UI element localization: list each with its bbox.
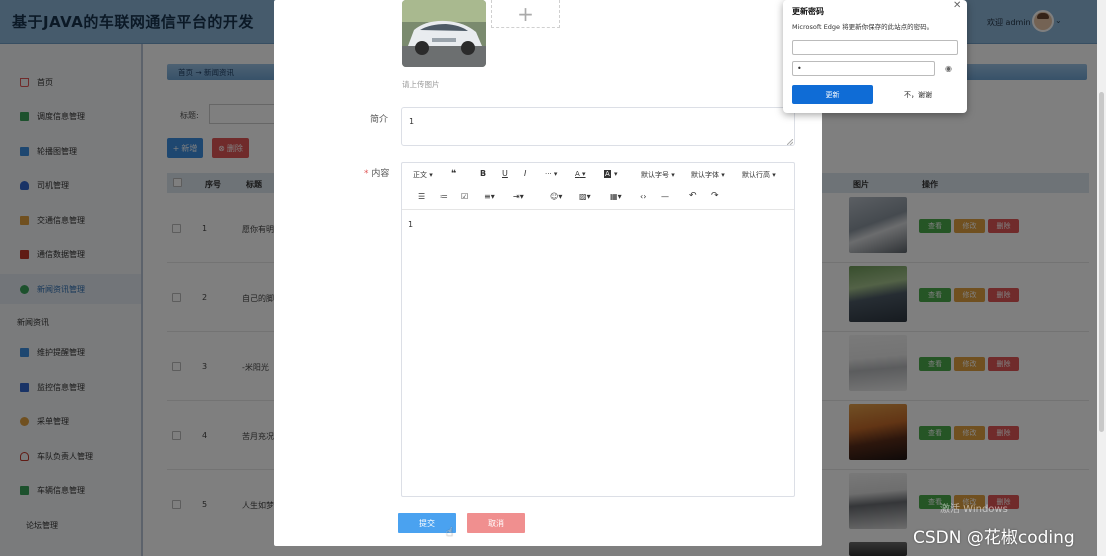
bold-icon[interactable]: B — [480, 169, 486, 178]
quote-icon[interactable]: ❝ — [451, 169, 456, 179]
todo-icon[interactable]: ☑ — [461, 192, 468, 201]
emoji-icon[interactable]: ☺▾ — [550, 192, 562, 201]
numbered-list-icon[interactable]: ≔ — [440, 192, 448, 201]
undo-icon[interactable]: ↶ — [689, 191, 697, 201]
font-size-select[interactable]: 默认字号 ▾ — [641, 170, 675, 180]
underline-icon[interactable]: U — [502, 169, 508, 178]
windows-activation-text: 激活 Windows — [940, 504, 1008, 515]
font-family-select[interactable]: 默认字体 ▾ — [691, 170, 725, 180]
no-thanks-button[interactable]: 不，谢谢 — [880, 85, 956, 104]
editor-content[interactable]: 1 — [408, 220, 413, 229]
toolbar-divider — [402, 209, 794, 210]
uploaded-image[interactable] — [402, 0, 486, 67]
line-height-select[interactable]: 默认行高 ▾ — [742, 170, 776, 180]
align-icon[interactable]: ≡▾ — [484, 192, 495, 201]
car-photo — [402, 0, 486, 67]
bulleted-list-icon[interactable]: ☰ — [418, 192, 425, 201]
image-icon[interactable]: ▨▾ — [579, 192, 591, 201]
bg-color-icon[interactable]: A — [604, 170, 611, 178]
popup-description: Microsoft Edge 将更新你保存的此站点的密码。 — [792, 23, 934, 31]
rich-text-editor[interactable] — [401, 162, 795, 497]
content-label: * 内容 — [364, 169, 390, 179]
popup-title: 更新密码 — [792, 7, 824, 16]
eye-icon[interactable]: ◉ — [945, 64, 952, 73]
font-color-icon[interactable]: A ▾ — [575, 170, 586, 178]
italic-icon[interactable]: I — [524, 169, 526, 178]
redo-icon[interactable]: ↷ — [711, 191, 719, 201]
divider-icon[interactable]: — — [661, 192, 669, 201]
hand-cursor-icon: ☝ — [446, 525, 454, 539]
code-icon[interactable]: ‹› — [640, 192, 646, 201]
upload-trigger[interactable]: + — [491, 0, 560, 28]
intro-label: 简介 — [370, 115, 389, 125]
upload-hint: 请上传图片 — [402, 80, 440, 89]
csdn-watermark: CSDN @花椒coding — [913, 528, 1075, 548]
plus-icon: + — [517, 1, 534, 26]
resize-handle-icon[interactable] — [787, 139, 793, 145]
username-field[interactable] — [792, 40, 958, 55]
intro-textarea[interactable]: 1 — [401, 107, 795, 146]
bg-color-caret[interactable]: ▾ — [614, 170, 618, 178]
cancel-button[interactable]: 取消 — [467, 513, 525, 533]
close-icon[interactable]: ✕ — [953, 0, 961, 11]
update-password-button[interactable]: 更新 — [792, 85, 873, 104]
paragraph-select[interactable]: 正文 ▾ — [413, 170, 433, 180]
password-field[interactable]: • — [792, 61, 935, 76]
more-icon[interactable]: ··· ▾ — [545, 170, 557, 178]
table-icon[interactable]: ▦▾ — [610, 192, 622, 201]
scrollbar-thumb[interactable] — [1099, 92, 1104, 432]
indent-icon[interactable]: ⇥▾ — [513, 192, 524, 201]
